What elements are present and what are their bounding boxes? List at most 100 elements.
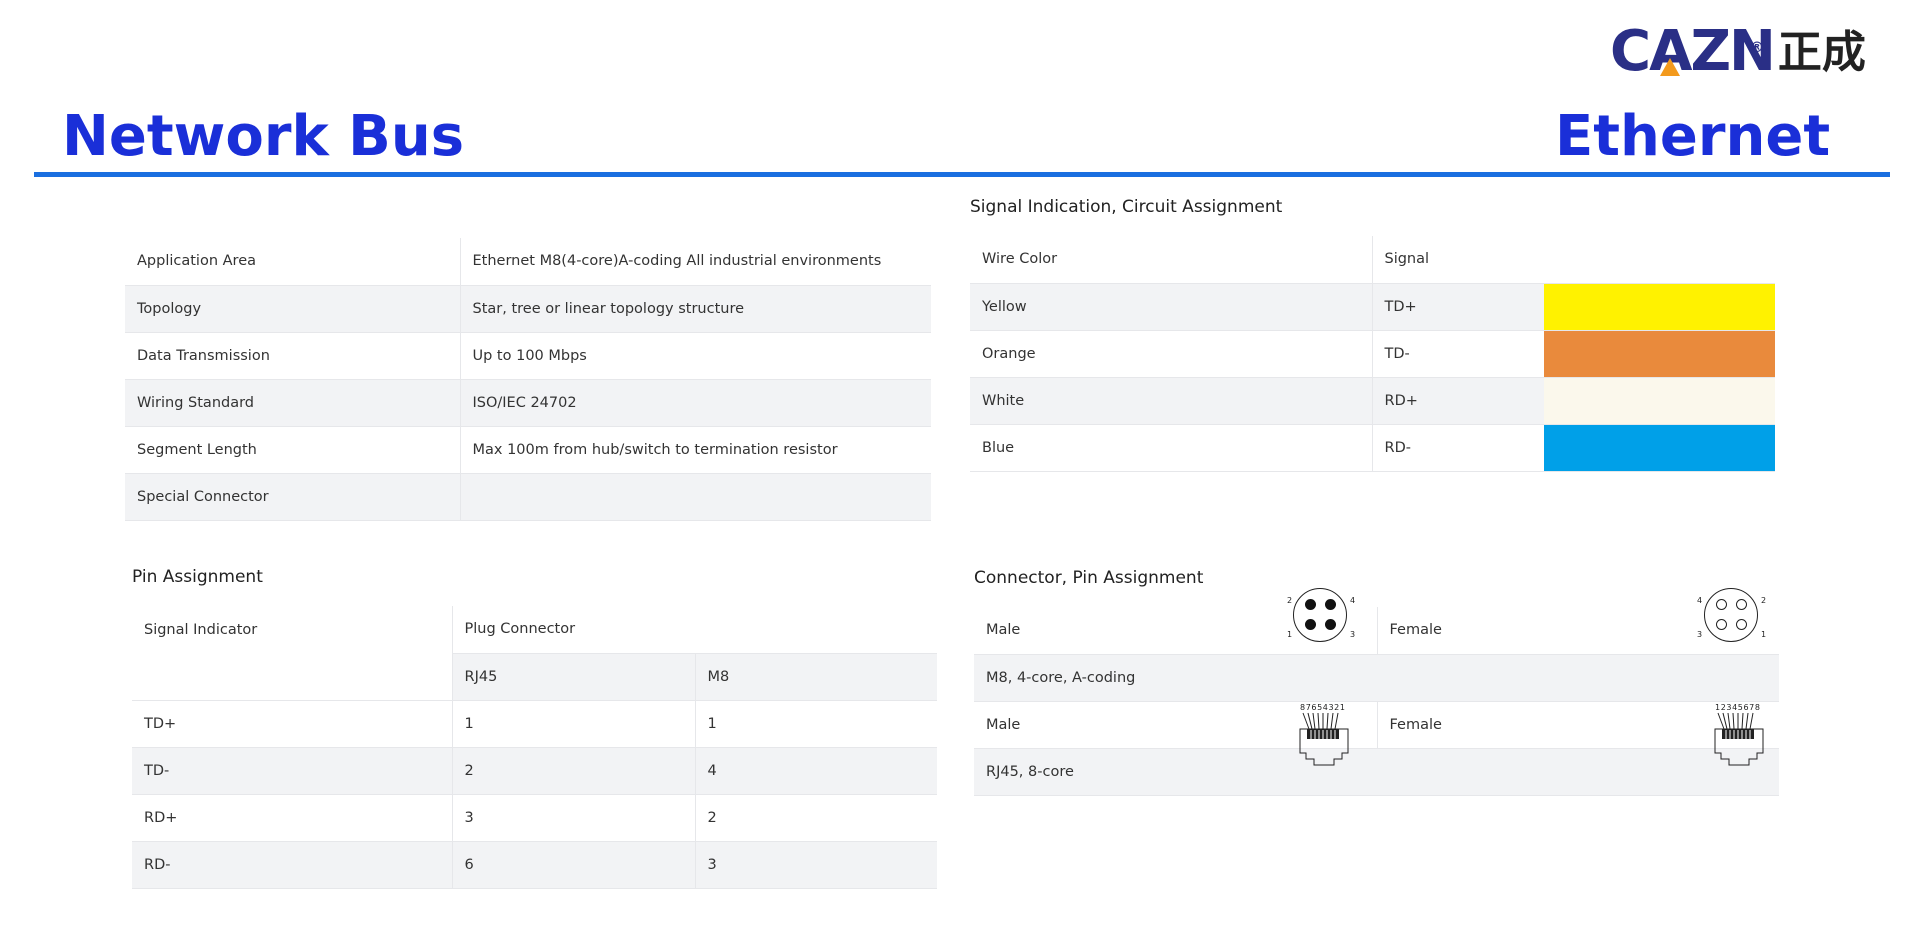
m8-desc-row: M8, 4-core, A-coding [974,654,1779,701]
pin-header-row-2: RJ45 M8 [132,653,937,700]
pin-m8: 2 [694,794,937,841]
signal-row: Yellow TD+ [970,283,1775,330]
wire-color-name: White [970,377,1372,424]
swatch-header [1544,236,1775,283]
spec-row: Topology Star, tree or linear topology st… [125,285,931,332]
spec-value: Ethernet M8(4-core)A-coding All industri… [459,238,931,285]
m8-male-pin [1305,599,1316,610]
logo-cjk-text: 正成 [1777,27,1866,78]
signal-table: Wire Color Signal Yellow TD+ Orange TD- Whit… [970,236,1775,472]
page-title-network-bus: Network Bus [62,104,465,169]
m8-male-pin [1325,599,1336,610]
pin-row: TD+ 1 1 [132,700,937,747]
signal-header: Signal [1371,236,1544,283]
spec-label: Segment Length [137,441,257,458]
header-divider [34,172,1890,177]
pin-m8: 3 [694,841,937,888]
spec-row: Segment Length Max 100m from hub/switch t… [125,426,931,473]
pin-signal: TD+ [144,715,177,732]
pin-rj45: 3 [451,794,695,841]
m8-header: M8 [694,653,937,700]
spec-row: Application Area Ethernet M8(4-core)A-cod… [125,238,931,285]
signal-caption: Signal Indication, Circuit Assignment [970,197,1283,217]
pin-table: Signal Indicator Plug Connector RJ45 M8 … [132,606,937,889]
pin-m8: 4 [694,747,937,794]
rj45-female-outline [1714,712,1764,766]
wire-color-swatch [1544,283,1775,330]
signal-header-row: Wire Color Signal [970,236,1775,283]
pin-rj45: 1 [451,700,695,747]
wire-color-name: Yellow [970,283,1372,330]
m8-female-pin-label: 2 [1761,596,1767,605]
rj45-row: Male Female [974,701,1779,748]
pin-signal: RD- [132,841,452,888]
m8-female-connector-icon [1704,588,1758,642]
wire-color-name: Blue [982,439,1015,456]
m8-male-pin-label: 4 [1350,596,1356,605]
pin-header-row-1: Signal Indicator Plug Connector [132,606,937,654]
registered-mark: ® [1750,40,1764,56]
m8-male-pin-label: 2 [1287,596,1293,605]
spec-row: Wiring Standard ISO/IEC 24702 [125,379,931,426]
pin-m8: 1 [694,700,937,747]
m8-male-pin [1325,619,1336,630]
m8-male-pin-label: 3 [1350,630,1356,639]
spec-value [459,473,931,520]
pin-signal: TD- [132,747,452,794]
spec-value: Max 100m from hub/switch to termination … [459,426,931,473]
wire-color-name: Orange [982,345,1036,362]
spec-label: Topology [125,285,460,332]
page-title-ethernet: Ethernet [1555,104,1831,169]
spec-table: Application Area Ethernet M8(4-core)A-cod… [125,238,931,521]
spec-row: Data Transmission Up to 100 Mbps [125,332,931,379]
wire-color-swatch [1544,330,1775,377]
m8-male-pin [1305,619,1316,630]
rj45-female-connector-icon: 12345678 [1711,703,1771,771]
signal-row: White RD+ [970,377,1775,424]
pin-row: RD+ 3 2 [132,794,937,841]
m8-female-pin [1736,619,1747,630]
m8-female-pin [1716,619,1727,630]
signal-value: TD+ [1371,283,1544,330]
signal-value: TD- [1371,330,1544,377]
pin-caption: Pin Assignment [132,567,263,587]
wire-color-swatch [1544,377,1775,424]
wire-color-header: Wire Color [982,251,1058,268]
logo-triangle-icon [1660,58,1680,76]
m8-female-pin-label: 4 [1697,596,1703,605]
connector-caption: Connector, Pin Assignment [974,568,1204,588]
pin-header-blank [132,653,452,700]
spec-label: Wiring Standard [125,379,460,426]
rj45-desc-row: RJ45, 8-core [974,748,1779,795]
pin-row: TD- 2 4 [132,747,937,794]
spec-label: Data Transmission [137,347,270,364]
plug-connector-header: Plug Connector [451,606,937,654]
pin-row: RD- 6 3 [132,841,937,888]
spec-label: Special Connector [125,473,460,520]
rj45-description: RJ45, 8-core [974,748,1779,795]
logo-latin-text: CAZN ® [1610,19,1776,84]
signal-value: RD- [1371,424,1544,471]
wire-color-swatch [1544,424,1775,471]
m8-description: M8, 4-core, A-coding [974,654,1779,701]
spec-label: Application Area [137,253,256,270]
rj45-header: RJ45 [451,653,695,700]
signal-row: Blue RD- [970,424,1775,471]
pin-rj45: 6 [451,841,695,888]
signal-row: Orange TD- [970,330,1775,377]
m8-female-pin [1716,599,1727,610]
m8-female-pin-label: 3 [1697,630,1703,639]
rj45-male-outline [1299,712,1349,766]
spec-value: Up to 100 Mbps [459,332,931,379]
m8-male-pin-label: 1 [1287,630,1293,639]
spec-value: Star, tree or linear topology structure [459,285,931,332]
rj45-male-connector-icon: 87654321 [1296,703,1356,771]
m8-female-pin-label: 1 [1761,630,1767,639]
spec-row: Special Connector [125,473,931,520]
connector-table: Male Female M8, 4-core, A-coding Male Fe… [974,607,1779,796]
m8-row: Male Female [974,607,1779,654]
m8-male-connector-icon [1293,588,1347,642]
pin-signal: RD+ [144,809,178,826]
brand-logo: CAZN ® 正成 [1610,22,1866,82]
signal-value: RD+ [1371,377,1544,424]
